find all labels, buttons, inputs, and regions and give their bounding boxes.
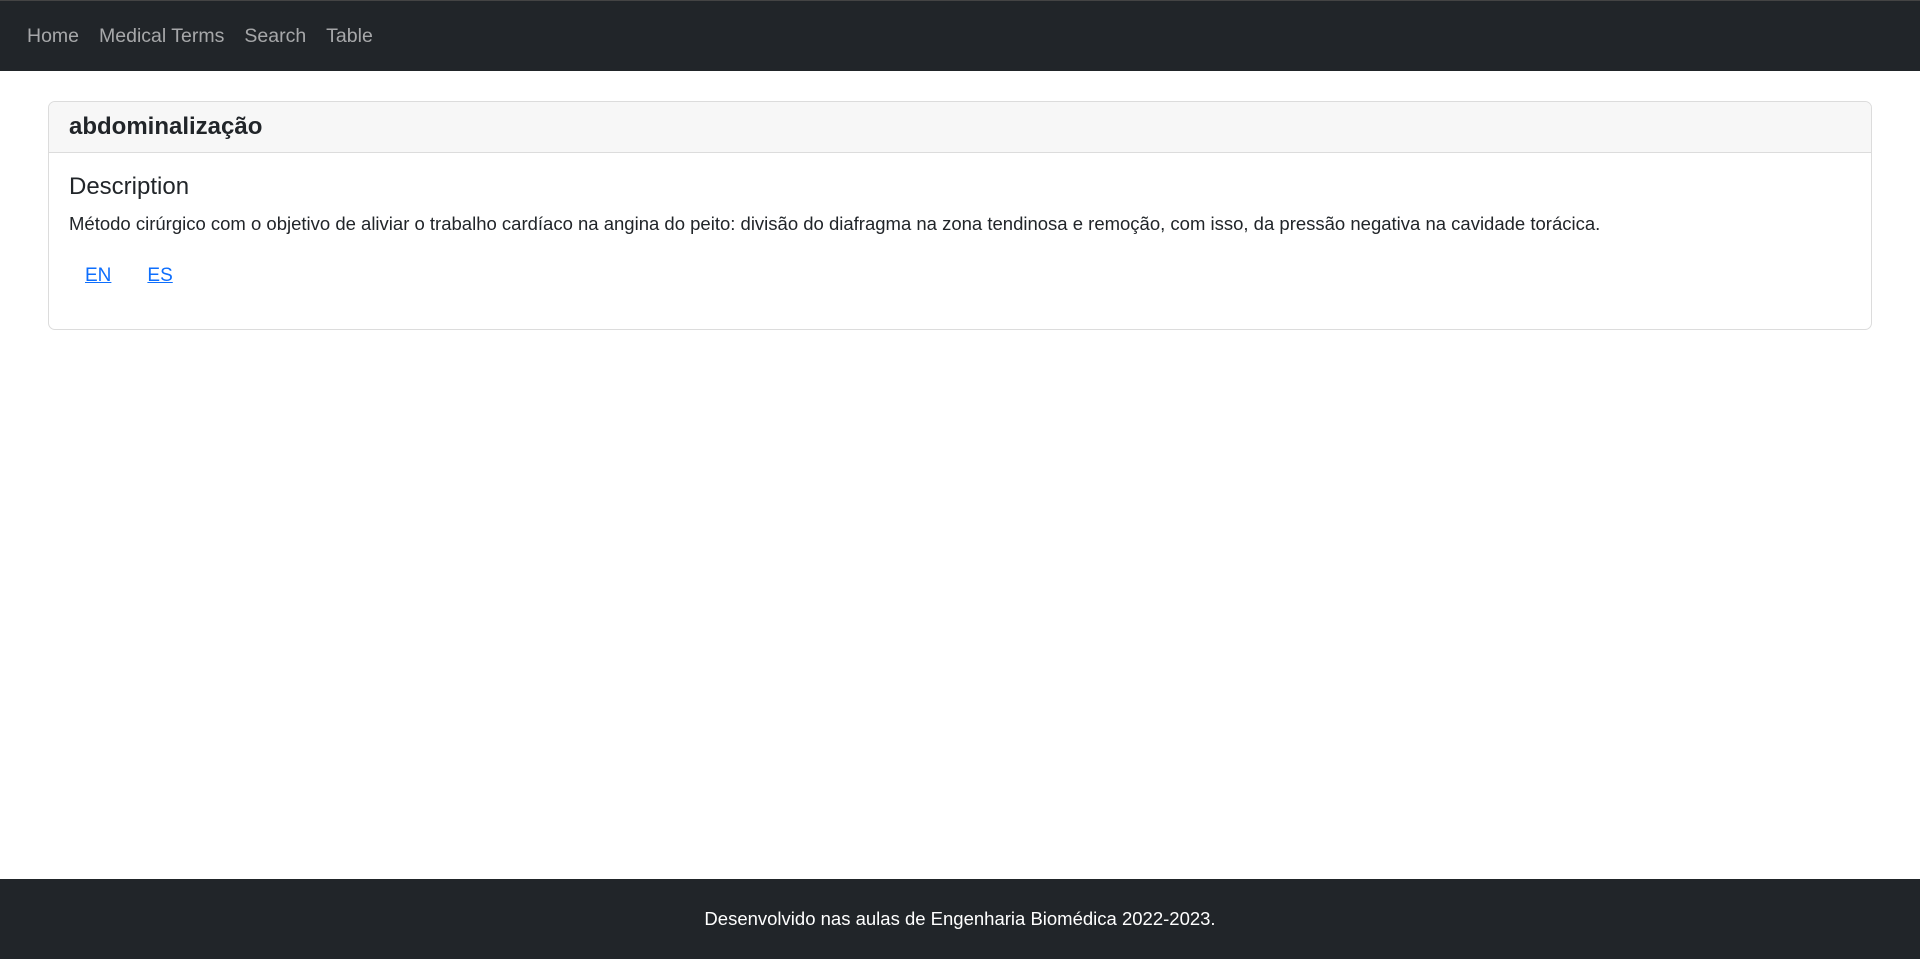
term-title: abdominalização <box>69 113 263 140</box>
footer: Desenvolvido nas aulas de Engenharia Bio… <box>0 879 1920 959</box>
nav-table[interactable]: Table <box>316 1 383 72</box>
link-en[interactable]: EN <box>85 265 111 287</box>
nav-home[interactable]: Home <box>17 1 89 72</box>
card-header: abdominalização <box>49 102 1871 153</box>
term-card: abdominalização Description Método cirúr… <box>48 101 1872 330</box>
navbar: Home Medical Terms Search Table <box>0 0 1920 71</box>
description-heading: Description <box>69 173 190 200</box>
footer-text: Desenvolvido nas aulas de Engenharia Bio… <box>704 908 1216 929</box>
nav-search[interactable]: Search <box>234 1 316 72</box>
language-links: EN ES <box>69 265 1851 287</box>
description-text: Método cirúrgico com o objetivo de alivi… <box>69 213 1601 234</box>
link-es[interactable]: ES <box>147 265 172 287</box>
card-body: Description Método cirúrgico com o objet… <box>49 153 1871 307</box>
nav-medical-terms[interactable]: Medical Terms <box>89 1 234 72</box>
